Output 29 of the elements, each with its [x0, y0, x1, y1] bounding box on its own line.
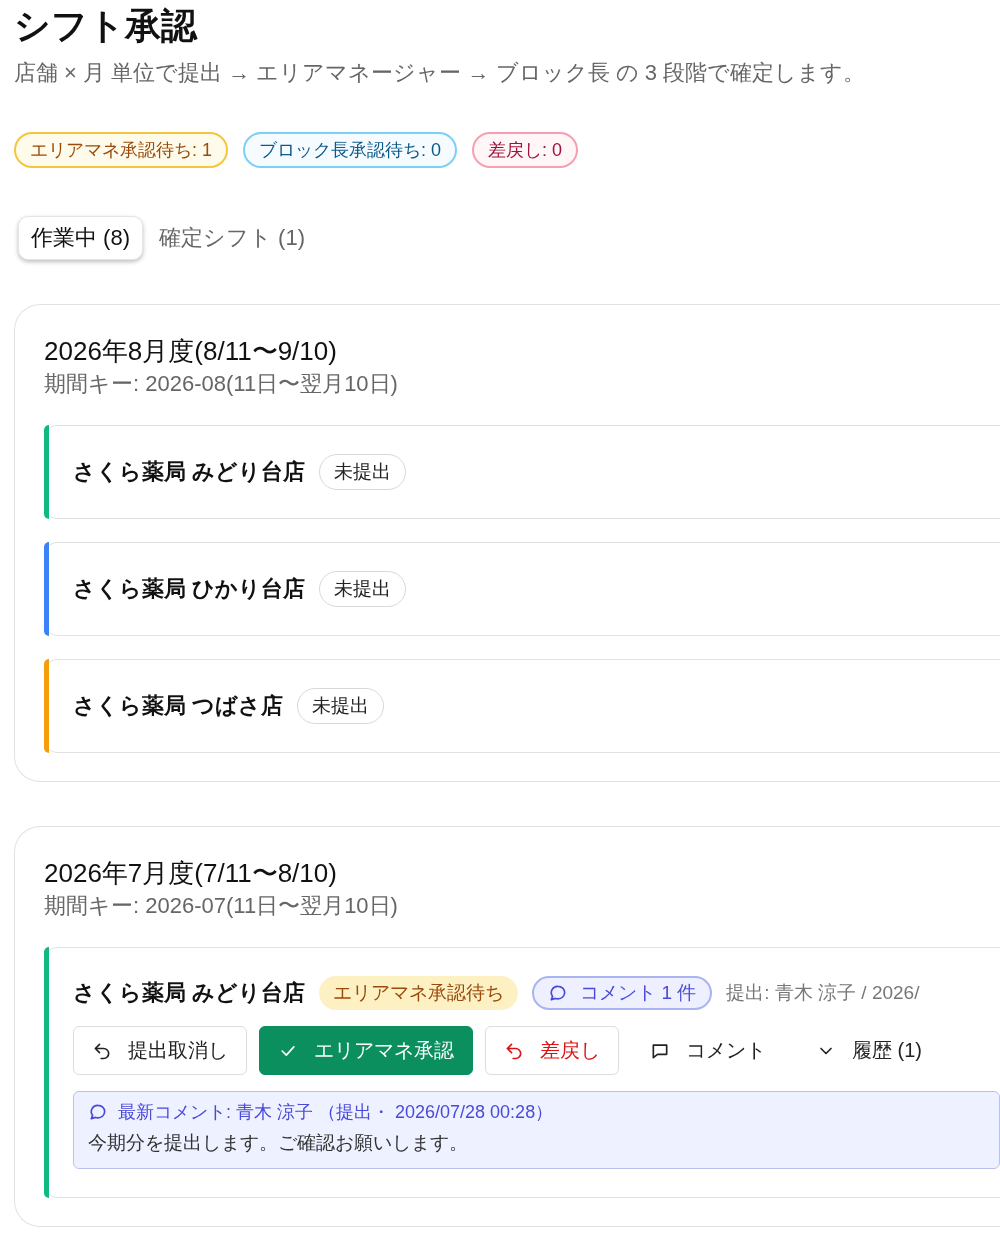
page-title: シフト承認: [14, 4, 199, 48]
store-name: さくら薬局 みどり台店: [73, 979, 306, 1007]
period-key: 期間キー: 2026-07(11日〜翌月10日): [44, 891, 1000, 921]
cancel-submission-button[interactable]: 提出取消し: [73, 1026, 247, 1075]
store-name: さくら薬局 つばさ店: [73, 692, 284, 720]
store-name: さくら薬局 みどり台店: [73, 458, 306, 486]
status-badge: 未提出: [297, 688, 385, 724]
status-count-badge: 差戻し: 0: [472, 132, 579, 168]
period-title: 2026年8月度(8/11〜9/10): [44, 335, 338, 368]
status-count-badge: エリアマネ承認待ち: 1: [14, 132, 228, 168]
undo-arrow-icon: [504, 1040, 524, 1061]
page-subtitle: 店舗 × 月 単位で提出 → エリアマネージャー → ブロック長 の 3 段階で確定します。: [14, 59, 867, 87]
speech-bubble-icon: [88, 1102, 108, 1122]
submitted-info: 提出: 青木 涼子 / 2026/: [726, 981, 920, 1005]
period-title: 2026年7月度(7/11〜8/10): [44, 857, 338, 890]
tab[interactable]: 確定シフト (1): [147, 216, 317, 260]
return-button[interactable]: 差戻し: [485, 1026, 619, 1075]
status-badge: 未提出: [319, 571, 407, 607]
undo-arrow-icon: [92, 1040, 112, 1061]
comment-count-badge[interactable]: コメント 1 件: [532, 976, 713, 1010]
store-name: さくら薬局 ひかり台店: [73, 575, 306, 603]
tab[interactable]: 作業中 (8): [18, 216, 143, 260]
comment-header: 最新コメント: 青木 涼子 （提出・ 2026/07/28 00:28）: [118, 1101, 554, 1124]
approve-button[interactable]: エリアマネ承認: [259, 1026, 473, 1075]
status-badge: 未提出: [319, 454, 407, 490]
comment-text: 今期分を提出します。ご確認お願いします。: [88, 1131, 469, 1155]
period-key: 期間キー: 2026-08(11日〜翌月10日): [44, 369, 1000, 399]
status-count-badge: ブロック長承認待ち: 0: [243, 132, 458, 168]
status-badge: エリアマネ承認待ち: [319, 976, 519, 1010]
